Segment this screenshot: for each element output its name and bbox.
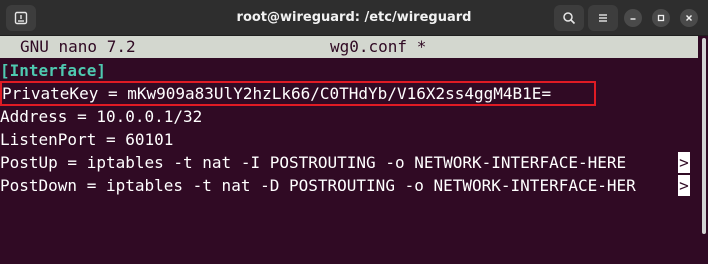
terminal-window: root@wireguard: /etc/wireguard GNU nano …: [0, 0, 708, 264]
minimize-button[interactable]: [624, 9, 642, 27]
terminal-area[interactable]: GNU nano 7.2 wg0.conf * [Interface] Priv…: [0, 36, 708, 264]
config-line-address[interactable]: Address = 10.0.0.1/32: [0, 106, 202, 127]
hamburger-menu-icon: [599, 14, 607, 22]
maximize-icon: [657, 14, 665, 22]
scrollbar[interactable]: [698, 36, 708, 264]
title-bar: root@wireguard: /etc/wireguard: [0, 0, 708, 36]
minimize-icon: [630, 18, 636, 20]
close-button[interactable]: [680, 9, 698, 27]
config-section-header[interactable]: [Interface]: [0, 60, 106, 81]
search-button[interactable]: [554, 5, 584, 31]
config-line-post-down[interactable]: PostDown = iptables -t nat -D POSTROUTIN…: [0, 175, 636, 196]
line-overflow-marker: >: [678, 175, 690, 196]
maximize-button[interactable]: [652, 9, 670, 27]
line-overflow-marker: >: [678, 152, 690, 173]
config-line-listen-port[interactable]: ListenPort = 60101: [0, 129, 173, 150]
nano-version: GNU nano 7.2: [20, 37, 136, 56]
search-icon: [563, 12, 576, 25]
scrollbar-thumb[interactable]: [702, 38, 706, 234]
menu-button[interactable]: [588, 5, 618, 31]
config-line-private-key[interactable]: PrivateKey = mKw909a83UlY2hzLk66/C0THdYb…: [2, 83, 551, 104]
nano-header-bar: GNU nano 7.2 wg0.conf *: [0, 36, 698, 58]
close-icon: [686, 15, 692, 21]
config-line-post-up[interactable]: PostUp = iptables -t nat -I POSTROUTING …: [0, 152, 636, 173]
nano-filename: wg0.conf *: [330, 37, 427, 56]
